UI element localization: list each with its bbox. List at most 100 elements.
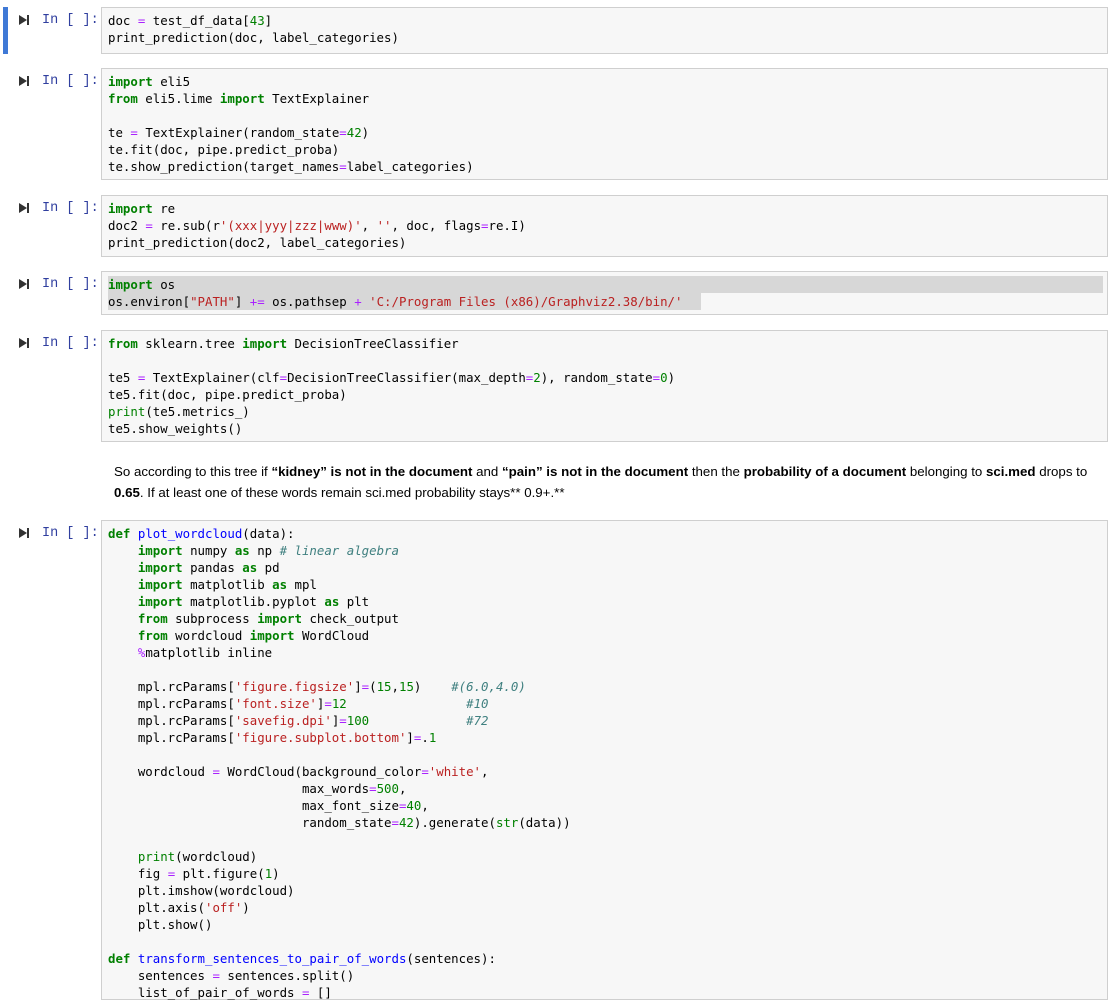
code-token: plt.show() — [108, 917, 213, 932]
code-line: import os — [108, 277, 175, 292]
code-token: print_prediction(doc2, label_categories) — [108, 235, 407, 250]
code-editor[interactable]: import os os.environ["PATH"] += os.paths… — [108, 276, 682, 310]
code-editor[interactable]: from sklearn.tree import DecisionTreeCla… — [108, 335, 675, 437]
code-token: sklearn.tree — [137, 336, 243, 351]
code-token: np — [249, 543, 280, 558]
code-token: te5 — [108, 370, 138, 385]
code-token: ) — [272, 866, 280, 881]
code-token: . — [421, 730, 429, 745]
code-token: from — [108, 91, 138, 106]
code-cell-6[interactable]: In [ ]: def plot_wordcloud(data): import… — [0, 520, 1108, 1000]
code-token: 15 — [398, 679, 414, 694]
code-token: , — [421, 798, 429, 813]
markdown-cell[interactable]: So according to this tree if “kidney” is… — [114, 461, 1089, 503]
code-cell-5[interactable]: In [ ]: from sklearn.tree import Decisio… — [0, 330, 1108, 442]
code-token: as — [242, 560, 258, 575]
code-token: ), random_state — [540, 370, 653, 385]
code-token: = — [324, 696, 332, 711]
code-token: = — [361, 679, 370, 694]
code-token: 500 — [376, 781, 399, 796]
code-cell-4[interactable]: In [ ]: import os os.environ["PATH"] += … — [0, 271, 1108, 315]
code-token: , — [361, 218, 377, 233]
code-token: sentences.split() — [219, 968, 355, 983]
code-line: te5.fit(doc, pipe.predict_proba) — [108, 387, 347, 402]
code-cell-1[interactable]: In [ ]: doc = test_df_data[43] print_pre… — [0, 7, 1108, 54]
code-line: mpl.rcParams['figure.figsize']=(15,15) #… — [108, 679, 526, 694]
code-token: fig — [108, 866, 168, 881]
code-cell-3[interactable]: In [ ]: import re doc2 = re.sub(r'(xxx|y… — [0, 195, 1108, 257]
cell-prompt: In [ ]: — [42, 201, 99, 216]
code-token: import — [137, 594, 183, 609]
code-editor[interactable]: import eli5 from eli5.lime import TextEx… — [108, 73, 474, 175]
cell-prompt: In [ ]: — [42, 277, 99, 292]
code-token: = — [130, 125, 138, 140]
code-line: plt.axis('off') — [108, 900, 250, 915]
code-token: 'font.size' — [234, 696, 317, 711]
code-line: from sklearn.tree import DecisionTreeCla… — [108, 336, 459, 351]
code-token: '' — [376, 218, 392, 233]
code-token: matplotlib inline — [145, 645, 273, 660]
run-cell-icon[interactable] — [17, 13, 31, 27]
code-line: te5 = TextExplainer(clf=DecisionTreeClas… — [108, 370, 675, 385]
code-line: print(te5.metrics_) — [108, 404, 250, 419]
md-text: . If at least one of these words remain … — [139, 485, 565, 500]
code-token: 0 — [660, 370, 668, 385]
code-editor[interactable]: doc = test_df_data[43] print_prediction(… — [108, 12, 399, 46]
code-token: , — [481, 764, 489, 779]
selected-cell-indicator — [3, 7, 8, 54]
code-token: 2 — [533, 370, 541, 385]
code-token: plt — [339, 594, 370, 609]
code-line: import pandas as pd — [108, 560, 280, 575]
code-line: print_prediction(doc2, label_categories) — [108, 235, 406, 250]
code-token: ] — [354, 679, 362, 694]
code-token: TextExplainer(random_state — [137, 125, 340, 140]
code-token: = — [391, 815, 399, 830]
code-line: from wordcloud import WordCloud — [108, 628, 369, 643]
code-token: 42 — [346, 125, 362, 140]
code-token: import — [108, 201, 153, 216]
code-token: TextExplainer(clf — [145, 370, 280, 385]
code-token: ) — [242, 900, 250, 915]
code-token: mpl.rcParams[ — [108, 713, 235, 728]
code-token: os.pathsep — [264, 294, 355, 309]
code-token: mpl — [287, 577, 317, 592]
code-token: list_of_pair_of_words — [108, 985, 302, 1000]
code-line: te5.show_weights() — [108, 421, 242, 436]
code-token: 'C:/Program Files (x86)/Graphviz2.38/bin… — [369, 294, 683, 309]
run-cell-icon[interactable] — [17, 336, 31, 350]
code-token: # linear algebra — [279, 543, 399, 558]
md-bold: “pain” is not in the document — [501, 464, 689, 479]
code-token: print — [137, 849, 176, 864]
code-token: ( — [369, 679, 377, 694]
code-token: 'figure.subplot.bottom' — [234, 730, 407, 745]
code-token: ) — [667, 370, 676, 385]
run-cell-icon[interactable] — [17, 277, 31, 291]
code-line: from subprocess import check_output — [108, 611, 399, 626]
code-token: re — [152, 201, 176, 216]
code-token: = — [212, 764, 220, 779]
code-token: = — [339, 713, 347, 728]
code-line: sentences = sentences.split() — [108, 968, 354, 983]
code-token: from — [137, 628, 168, 643]
run-cell-icon[interactable] — [17, 74, 31, 88]
code-token: (sentences): — [406, 951, 496, 966]
code-cell-2[interactable]: In [ ]: import eli5 from eli5.lime impor… — [0, 68, 1108, 180]
code-editor[interactable]: def plot_wordcloud(data): import numpy a… — [108, 525, 571, 1001]
code-line: print_prediction(doc, label_categories) — [108, 30, 399, 45]
code-token: 'white' — [428, 764, 482, 779]
md-bold: 0.65 — [114, 485, 140, 500]
run-cell-icon[interactable] — [17, 526, 31, 540]
run-cell-icon[interactable] — [17, 201, 31, 215]
code-token: = — [279, 370, 288, 385]
code-token: def — [108, 526, 131, 541]
code-line: fig = plt.figure(1) — [108, 866, 280, 881]
code-token: matplotlib — [182, 577, 273, 592]
code-editor[interactable]: import re doc2 = re.sub(r'(xxx|yyy|zzz|w… — [108, 200, 526, 251]
cell-prompt: In [ ]: — [42, 13, 99, 28]
